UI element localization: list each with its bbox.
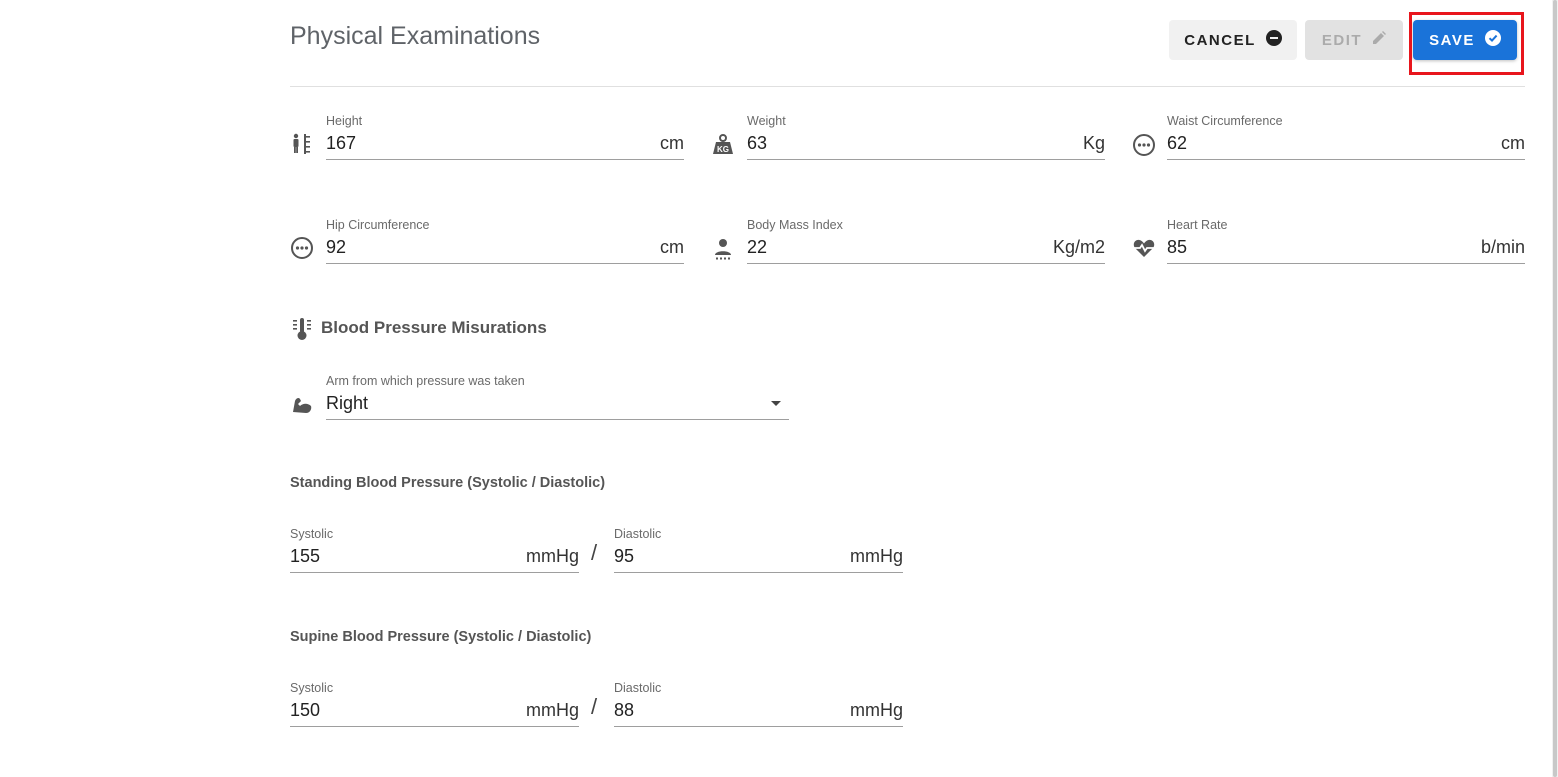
cancel-label: CANCEL — [1184, 31, 1256, 49]
bmi-field[interactable]: Body Mass Index 22 Kg/m2 — [747, 218, 1105, 268]
heart-rate-value: 85 — [1167, 237, 1188, 257]
weight-label: Weight — [747, 114, 786, 128]
edit-button[interactable]: EDIT — [1305, 20, 1403, 60]
heart-rate-input[interactable]: 85 b/min — [1167, 232, 1525, 264]
supine-systolic-field[interactable]: Systolic 150 mmHg — [290, 681, 579, 731]
more-circle-icon — [1132, 133, 1156, 157]
weight-unit: Kg — [1082, 133, 1105, 153]
heart-rate-label: Heart Rate — [1167, 218, 1228, 232]
arm-select[interactable]: Arm from which pressure was taken Right — [326, 374, 789, 424]
supine-diastolic-label: Diastolic — [614, 681, 662, 695]
heart-rate-field[interactable]: Heart Rate 85 b/min — [1167, 218, 1525, 268]
scrollbar[interactable] — [1552, 0, 1558, 777]
save-highlight-box — [1409, 12, 1524, 75]
pencil-icon — [1372, 31, 1387, 49]
header-divider — [290, 86, 1525, 87]
standing-systolic-input[interactable]: 155 mmHg — [290, 541, 579, 573]
standing-diastolic-input[interactable]: 95 mmHg — [614, 541, 903, 573]
blood-pressure-section-title: Blood Pressure Misurations — [321, 318, 547, 337]
waist-unit: cm — [1501, 133, 1525, 153]
heart-pulse-icon — [1132, 236, 1156, 260]
supine-bp-heading: Supine Blood Pressure (Systolic / Diasto… — [290, 629, 592, 645]
standing-diastolic-field[interactable]: Diastolic 95 mmHg — [614, 527, 903, 577]
height-label: Height — [326, 114, 363, 128]
height-icon — [290, 132, 314, 156]
dropdown-arrow-icon[interactable] — [771, 401, 781, 406]
standing-bp-heading: Standing Blood Pressure (Systolic / Dias… — [290, 475, 606, 491]
standing-systolic-unit: mmHg — [526, 546, 579, 566]
edit-label: EDIT — [1321, 31, 1363, 49]
more-circle-icon — [290, 236, 314, 260]
supine-diastolic-value: 88 — [614, 700, 635, 720]
arm-label: Arm from which pressure was taken — [326, 374, 525, 388]
weight-kg-icon: KG — [711, 133, 735, 157]
standing-systolic-label: Systolic — [290, 527, 334, 541]
standing-systolic-value: 155 — [290, 546, 321, 566]
person-icon — [711, 237, 735, 261]
supine-diastolic-field[interactable]: Diastolic 88 mmHg — [614, 681, 903, 731]
svg-text:KG: KG — [717, 145, 729, 154]
heart-rate-unit: b/min — [1480, 237, 1525, 257]
arm-icon — [290, 392, 314, 416]
page-title: Physical Examinations — [290, 22, 541, 50]
hip-field[interactable]: Hip Circumference 92 cm — [326, 218, 684, 268]
cancel-button[interactable]: CANCEL — [1169, 20, 1297, 60]
hip-label: Hip Circumference — [326, 218, 430, 232]
weight-input[interactable]: 63 Kg — [747, 128, 1105, 160]
supine-separator: / — [591, 694, 598, 719]
waist-field[interactable]: Waist Circumference 62 cm — [1167, 114, 1525, 164]
hip-input[interactable]: 92 cm — [326, 232, 684, 264]
arm-select-input[interactable]: Right — [326, 388, 789, 420]
height-value: 167 — [326, 133, 357, 153]
bmi-value: 22 — [747, 237, 768, 257]
hip-value: 92 — [326, 237, 347, 257]
standing-diastolic-label: Diastolic — [614, 527, 662, 541]
waist-label: Waist Circumference — [1167, 114, 1283, 128]
bmi-input[interactable]: 22 Kg/m2 — [747, 232, 1105, 264]
standing-diastolic-unit: mmHg — [850, 546, 903, 566]
supine-systolic-unit: mmHg — [526, 700, 579, 720]
standing-separator: / — [591, 540, 598, 565]
minus-circle-icon — [1265, 30, 1282, 50]
supine-systolic-input[interactable]: 150 mmHg — [290, 695, 579, 727]
standing-systolic-field[interactable]: Systolic 155 mmHg — [290, 527, 579, 577]
height-unit: cm — [660, 133, 684, 153]
waist-value: 62 — [1167, 133, 1188, 153]
weight-field[interactable]: Weight 63 Kg — [747, 114, 1105, 164]
hip-unit: cm — [660, 237, 684, 257]
weight-value: 63 — [747, 133, 768, 153]
arm-value: Right — [326, 393, 369, 413]
height-input[interactable]: 167 cm — [326, 128, 684, 160]
supine-diastolic-unit: mmHg — [850, 700, 903, 720]
supine-diastolic-input[interactable]: 88 mmHg — [614, 695, 903, 727]
waist-input[interactable]: 62 cm — [1167, 128, 1525, 160]
scrollbar-thumb[interactable] — [1553, 0, 1557, 777]
bmi-label: Body Mass Index — [747, 218, 843, 232]
bmi-unit: Kg/m2 — [1052, 237, 1105, 257]
standing-diastolic-value: 95 — [614, 546, 635, 566]
supine-systolic-value: 150 — [290, 700, 321, 720]
thermometer-icon — [290, 317, 314, 341]
supine-systolic-label: Systolic — [290, 681, 334, 695]
height-field[interactable]: Height 167 cm — [326, 114, 684, 164]
